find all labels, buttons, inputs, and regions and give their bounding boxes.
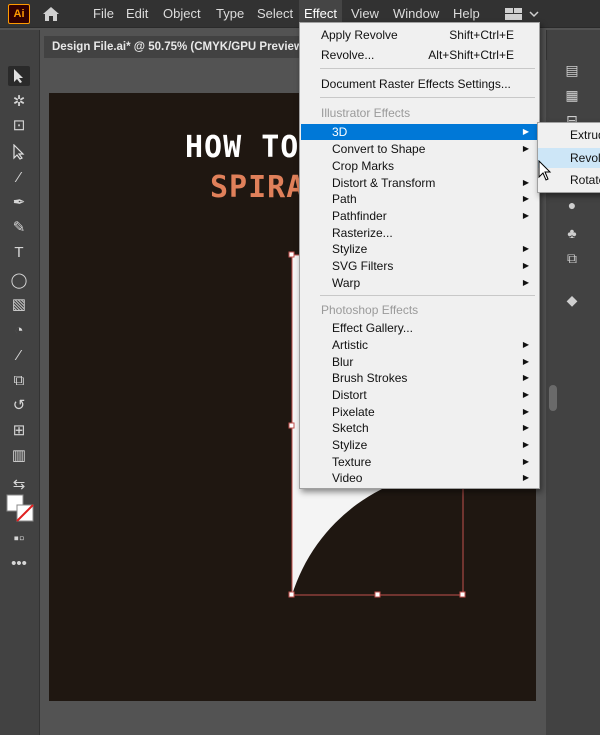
ellipse-tool-icon[interactable]: ◯ xyxy=(8,270,30,290)
home-icon[interactable] xyxy=(40,4,62,24)
menu-file[interactable]: File xyxy=(88,0,119,28)
menu-separator xyxy=(320,295,535,296)
menu-edit[interactable]: Edit xyxy=(121,0,153,28)
scale-tool-icon[interactable]: ⊞ xyxy=(8,420,30,440)
transform-panel-icon[interactable]: ⧉ xyxy=(561,248,583,268)
submenu-arrow-icon: ▶ xyxy=(522,357,529,366)
menu-item-pixelate[interactable]: Pixelate ▶ xyxy=(301,404,538,420)
menu-separator xyxy=(320,97,535,98)
curvature-tool-icon[interactable]: ⁄ xyxy=(8,167,30,187)
libraries-panel-icon[interactable]: ▦ xyxy=(561,85,583,105)
menu-item-apply-revolve[interactable]: Apply Revolve Shift+Ctrl+E xyxy=(301,27,538,43)
menu-item-effect-gallery[interactable]: Effect Gallery... xyxy=(301,320,538,336)
submenu-arrow-icon: ▶ xyxy=(522,340,529,349)
menu-item-stylize[interactable]: Stylize ▶ xyxy=(301,241,538,257)
submenu-arrow-icon: ▶ xyxy=(522,457,529,466)
menu-item-document-raster-settings[interactable]: Document Raster Effects Settings... xyxy=(301,76,538,92)
submenu-arrow-icon: ▶ xyxy=(522,261,529,270)
graph-tool-icon[interactable]: ▥ xyxy=(8,445,30,465)
submenu-arrow-icon: ▶ xyxy=(522,407,529,416)
magic-wand-tool-icon[interactable]: ✲ xyxy=(8,91,30,111)
selection-tool-icon[interactable] xyxy=(8,66,30,86)
gradient-tool-icon[interactable]: ▧ xyxy=(8,294,30,314)
submenu-arrow-icon: ▶ xyxy=(522,278,529,287)
menu-item-warp[interactable]: Warp ▶ xyxy=(301,275,538,291)
submenu-arrow-icon: ▶ xyxy=(522,440,529,449)
layers-panel-icon[interactable]: ◆ xyxy=(561,290,583,310)
submenu-arrow-icon: ▶ xyxy=(522,178,529,187)
artboard-tool-icon[interactable]: ⊡ xyxy=(8,115,30,135)
submenu-arrow-icon: ▶ xyxy=(522,473,529,482)
menu-item-revolve[interactable]: Revolve... Alt+Shift+Ctrl+E xyxy=(301,47,538,63)
menu-item-convert-to-shape[interactable]: Convert to Shape ▶ xyxy=(301,141,538,157)
menu-item-svg-filters[interactable]: SVG Filters ▶ xyxy=(301,258,538,274)
rotate-tool-icon[interactable]: ↺ xyxy=(8,395,30,415)
menu-separator xyxy=(320,68,535,69)
submenu-arrow-icon: ▶ xyxy=(522,127,529,136)
mouse-cursor-icon xyxy=(538,160,552,181)
pencil-tool-icon[interactable]: ✎ xyxy=(8,217,30,237)
menu-item-video[interactable]: Video ▶ xyxy=(301,470,538,486)
submenu-arrow-icon: ▶ xyxy=(522,211,529,220)
swap-colors-icon[interactable]: ⇆ xyxy=(8,474,30,494)
club-panel-icon[interactable]: ♣ xyxy=(561,223,583,243)
menu-item-texture[interactable]: Texture ▶ xyxy=(301,454,538,470)
photoshop-effects-header: Photoshop Effects xyxy=(321,303,419,317)
scrollbar-thumb[interactable] xyxy=(549,385,557,411)
submenu-arrow-icon: ▶ xyxy=(522,423,529,432)
properties-panel-icon[interactable]: ▤ xyxy=(561,60,583,80)
menu-item-distort-transform[interactable]: Distort & Transform ▶ xyxy=(301,175,538,191)
tools-panel: ✲ ⊡ ⁄ ✒ ✎ T ◯ ▧ ◔ ⁄ ⧉ ↺ ⊞ ▥ ⇆ ▪▫ ••• xyxy=(0,30,40,735)
direct-selection-tool-icon[interactable] xyxy=(8,142,30,162)
submenu-arrow-icon: ▶ xyxy=(522,194,529,203)
illustrator-effects-header: Illustrator Effects xyxy=(321,106,411,120)
menu-type[interactable]: Type xyxy=(211,0,249,28)
workspace-switcher-icon[interactable] xyxy=(503,5,543,23)
more-tools-icon[interactable]: ••• xyxy=(8,553,30,573)
graphic-styles-panel-icon[interactable]: ● xyxy=(561,195,583,215)
menu-object[interactable]: Object xyxy=(158,0,206,28)
eyedropper-tool-icon[interactable]: ⁄ xyxy=(8,345,30,365)
fill-stroke-swatch[interactable] xyxy=(5,493,35,523)
menu-item-artistic[interactable]: Artistic ▶ xyxy=(301,337,538,353)
menu-item-crop-marks[interactable]: Crop Marks xyxy=(301,158,538,174)
type-tool-icon[interactable]: T xyxy=(8,242,30,262)
effect-menu: Apply Revolve Shift+Ctrl+E Revolve... Al… xyxy=(299,22,540,489)
menu-item-blur[interactable]: Blur ▶ xyxy=(301,354,538,370)
submenu-arrow-icon: ▶ xyxy=(522,244,529,253)
menu-item-3d[interactable]: 3D ▶ xyxy=(301,124,538,140)
pen-tool-icon[interactable]: ✒ xyxy=(8,192,30,212)
app-logo: Ai xyxy=(8,4,30,24)
shape-builder-tool-icon[interactable]: ◔ xyxy=(8,320,30,340)
document-tab[interactable]: Design File.ai* @ 50.75% (CMYK/GPU Previ… xyxy=(44,36,299,58)
submenu-arrow-icon: ▶ xyxy=(522,390,529,399)
color-mode-icon[interactable]: ▪▫ xyxy=(8,528,30,548)
menu-item-brush-strokes[interactable]: Brush Strokes ▶ xyxy=(301,370,538,386)
menu-item-pathfinder[interactable]: Pathfinder ▶ xyxy=(301,208,538,224)
blend-tool-icon[interactable]: ⧉ xyxy=(8,370,30,390)
illustrator-window: Ai File Edit Object Type Select Effect V… xyxy=(0,0,600,735)
menu-select[interactable]: Select xyxy=(252,0,298,28)
submenu-arrow-icon: ▶ xyxy=(522,373,529,382)
menu-item-stylize-ps[interactable]: Stylize ▶ xyxy=(301,437,538,453)
menu-item-rasterize[interactable]: Rasterize... xyxy=(301,225,538,241)
submenu-3d: Extrude & Bevel... Revolve... Rotate... xyxy=(537,122,600,193)
menu-item-sketch[interactable]: Sketch ▶ xyxy=(301,420,538,436)
artboard-heading-line1: HOW TO xyxy=(185,130,300,165)
submenu-item-extrude-bevel[interactable]: Extrude & Bevel... xyxy=(538,125,600,145)
menu-item-distort[interactable]: Distort ▶ xyxy=(301,387,538,403)
submenu-arrow-icon: ▶ xyxy=(522,144,529,153)
menu-item-path[interactable]: Path ▶ xyxy=(301,191,538,207)
